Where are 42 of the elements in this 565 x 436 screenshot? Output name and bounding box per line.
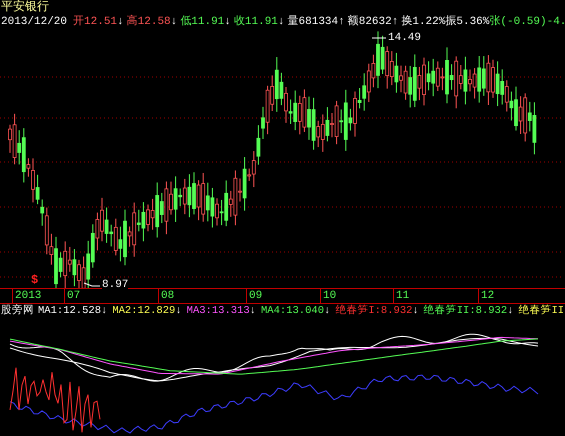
trend-arrow: ↓ <box>324 304 330 319</box>
quote-date: 2013/12/20 <box>1 15 68 30</box>
indicator-value: 绝春笋I:8.932 <box>335 304 412 319</box>
quote-field: 换1.22% <box>401 15 446 30</box>
stock-name: 平安银行 <box>0 0 49 15</box>
quote-field: 额82632 <box>348 15 392 30</box>
trend-arrow: ↓ <box>101 304 108 319</box>
sell-signal-icon: $ <box>31 274 38 286</box>
trend-arrow: ↓ <box>224 15 231 30</box>
quote-field: 开12.51 <box>73 15 118 30</box>
quote-field: 量681334 <box>288 15 338 30</box>
indicator-value: MA3:13.313 <box>186 304 250 319</box>
quote-field: 振5.36% <box>445 15 490 30</box>
trend-arrow: ↓ <box>412 304 419 319</box>
leader-line <box>84 282 100 286</box>
low-price-label: 8.97 <box>102 279 128 291</box>
indicator-value: MA1:12.528 <box>38 304 102 319</box>
indicator-value: MA4:13.040 <box>260 304 324 319</box>
quote-field: 高12.58 <box>126 15 171 30</box>
quote-field: 张(-0.59)-4. <box>489 15 565 30</box>
indicator-value: 绝春笋II <box>518 304 564 319</box>
date-axis-label: 10 <box>323 290 336 302</box>
date-axis-label: 09 <box>249 290 262 302</box>
date-axis-label: 12 <box>481 290 494 302</box>
date-axis-label: 2013 <box>15 290 42 302</box>
trend-arrow: ↓ <box>170 15 178 30</box>
trend-arrow: ↑ <box>392 15 398 30</box>
date-axis-label: 11 <box>396 290 410 302</box>
date-axis-label: 08 <box>161 290 174 302</box>
trend-arrow: ↓ <box>250 304 256 319</box>
indicator-value: 绝春笋II:8.932 <box>424 304 508 319</box>
high-price-label: 14.49 <box>388 32 422 44</box>
date-axis-label: 07 <box>67 290 80 302</box>
quote-field: 收11.91 <box>234 15 278 30</box>
trend-arrow: ↑ <box>338 15 345 30</box>
trend-arrow: ↓ <box>175 304 182 319</box>
quote-field: 低11.91 <box>180 15 224 30</box>
trend-arrow: ↓ <box>117 15 124 30</box>
indicator-value: MA2:12.829 <box>112 304 176 319</box>
indicator-name: 股旁网 <box>1 304 34 319</box>
trend-arrow: ↓ <box>278 15 285 30</box>
trend-arrow: ↓ <box>507 304 514 319</box>
